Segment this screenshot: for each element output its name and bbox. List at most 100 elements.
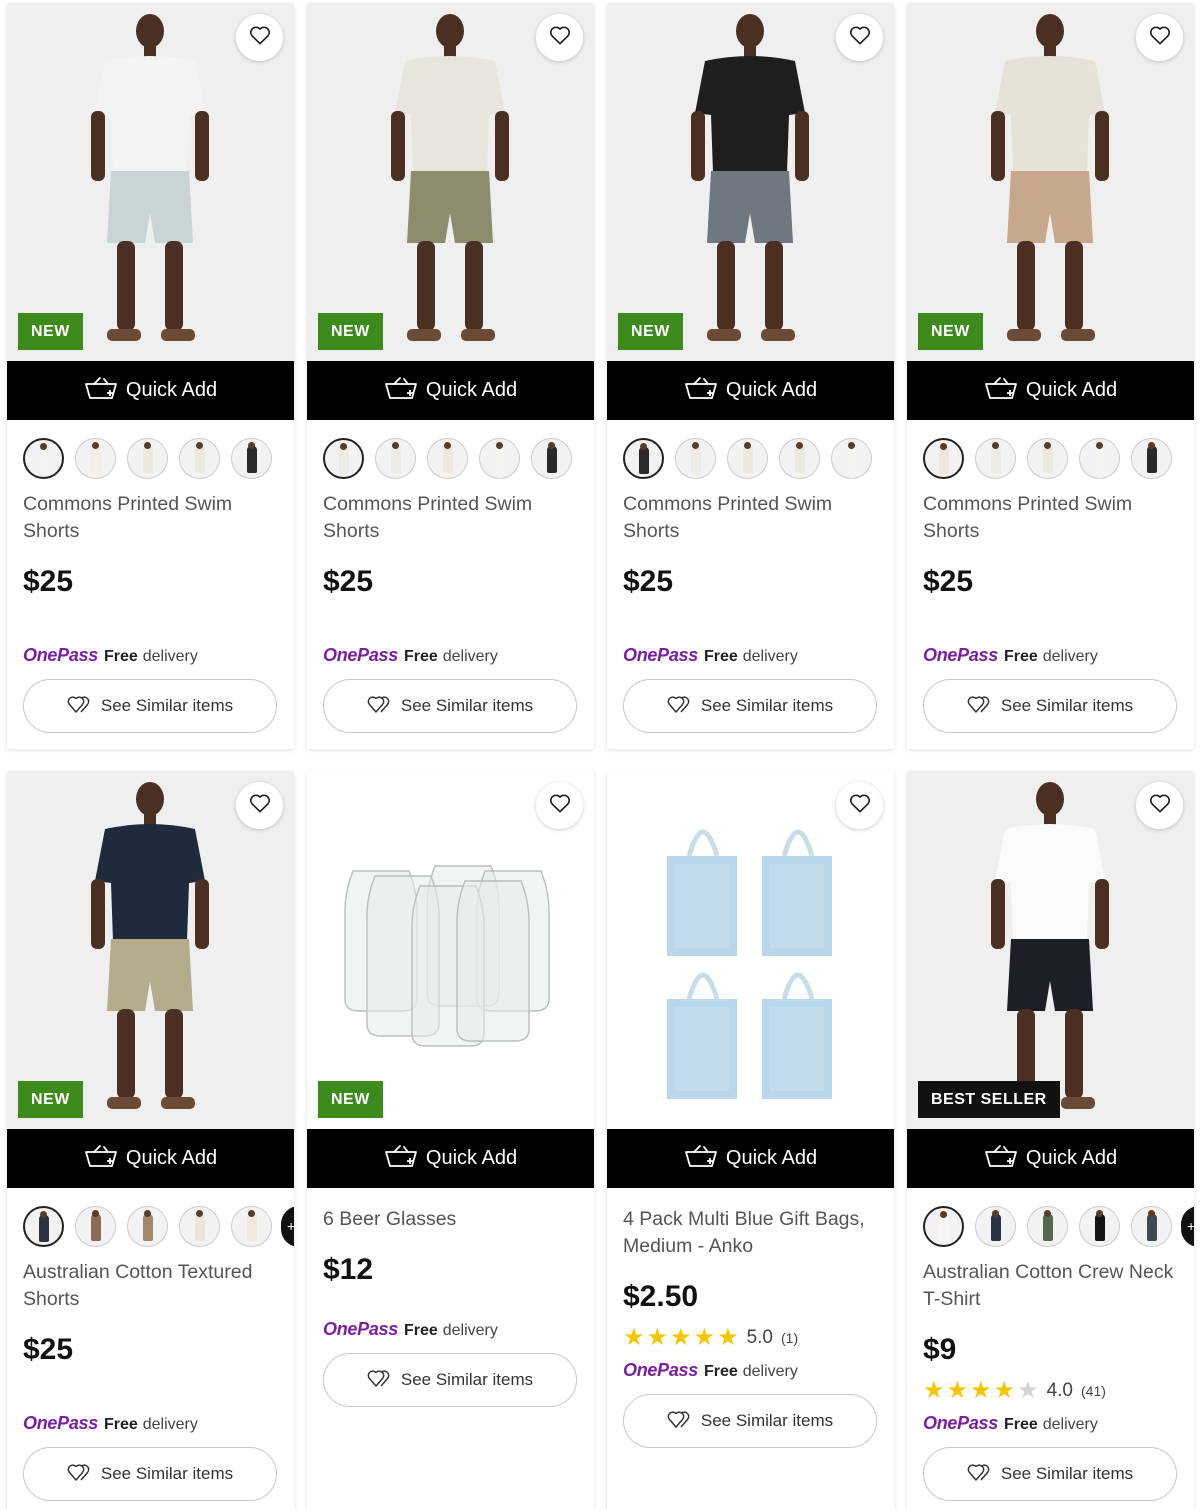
see-similar-button[interactable]: See Similar items	[923, 1447, 1177, 1501]
color-swatch[interactable]	[727, 438, 768, 479]
basket-icon	[384, 376, 418, 406]
product-card[interactable]: BEST SELLER Quick Add + Australian Cotton C…	[907, 771, 1194, 1509]
color-swatch[interactable]	[231, 438, 272, 479]
product-image[interactable]: NEW	[607, 3, 894, 361]
color-swatches	[23, 438, 272, 479]
onepass-logo: OnePass	[623, 1360, 698, 1380]
color-swatch[interactable]	[127, 1206, 168, 1247]
color-swatch[interactable]	[479, 438, 520, 479]
star-icon: ★	[646, 1324, 669, 1351]
color-swatch[interactable]	[75, 1206, 116, 1247]
see-similar-button[interactable]: See Similar items	[623, 679, 877, 733]
product-name[interactable]: Commons Printed Swim Shorts	[623, 491, 878, 545]
quick-add-button[interactable]: Quick Add	[307, 1129, 594, 1188]
product-image[interactable]: NEW	[907, 3, 1194, 361]
product-image[interactable]: NEW	[7, 771, 294, 1129]
see-similar-button[interactable]: See Similar items	[923, 679, 1177, 733]
quick-add-button[interactable]: Quick Add	[607, 361, 894, 420]
color-swatch[interactable]	[75, 438, 116, 479]
see-similar-button[interactable]: See Similar items	[623, 1394, 877, 1448]
product-image[interactable]: BEST SELLER	[907, 771, 1194, 1129]
product-card[interactable]: NEW Quick Add Commons Printed Swim Shorts $…	[7, 3, 294, 749]
quick-add-button[interactable]: Quick Add	[7, 1129, 294, 1188]
color-swatch[interactable]	[831, 438, 872, 479]
quick-add-button[interactable]: Quick Add	[907, 1129, 1194, 1188]
product-name[interactable]: 4 Pack Multi Blue Gift Bags, Medium - An…	[623, 1206, 878, 1260]
product-name[interactable]: 6 Beer Glasses	[323, 1206, 578, 1233]
color-swatch[interactable]	[1079, 1206, 1120, 1247]
color-swatch[interactable]	[1027, 1206, 1068, 1247]
heart-icon	[249, 793, 271, 818]
product-name[interactable]: Commons Printed Swim Shorts	[923, 491, 1178, 545]
product-card[interactable]: NEW Quick Add 6 Beer Glasses $12 OnePass Free…	[307, 771, 594, 1509]
color-swatch[interactable]	[23, 1206, 64, 1247]
product-name[interactable]: Australian Cotton Textured Shorts	[23, 1259, 278, 1313]
swatch-figure	[246, 446, 257, 473]
color-swatch[interactable]	[975, 438, 1016, 479]
product-name[interactable]: Commons Printed Swim Shorts	[323, 491, 578, 545]
star-icon: ★	[970, 1377, 992, 1404]
color-swatch[interactable]	[1079, 438, 1120, 479]
color-swatch[interactable]	[179, 1206, 220, 1247]
quick-add-label: Quick Add	[425, 379, 518, 401]
wishlist-button[interactable]	[236, 14, 283, 61]
product-image[interactable]: NEW	[307, 771, 594, 1129]
similar-hearts-icon	[67, 1461, 93, 1488]
product-image[interactable]: NEW	[7, 3, 294, 361]
color-swatch[interactable]	[531, 438, 572, 479]
see-similar-button[interactable]: See Similar items	[23, 679, 277, 733]
product-rating[interactable]: ★ ★ ★ ★ ★ 4.0 (41)	[923, 1379, 1106, 1403]
swatch-figure	[442, 446, 453, 473]
more-swatches-button[interactable]: +	[1181, 1206, 1194, 1247]
product-rating[interactable]: ★ ★ ★ ★ ★ 5.0 (1)	[623, 1326, 798, 1350]
similar-hearts-icon	[667, 1408, 693, 1435]
product-card[interactable]: NEW Quick Add + Australian Cotton Textured …	[7, 771, 294, 1509]
color-swatch[interactable]	[375, 438, 416, 479]
color-swatch[interactable]	[675, 438, 716, 479]
product-card[interactable]: NEW Quick Add Commons Printed Swim Shorts $…	[307, 3, 594, 749]
product-card[interactable]: NEW Quick Add Commons Printed Swim Shorts $…	[907, 3, 1194, 749]
see-similar-button[interactable]: See Similar items	[323, 679, 577, 733]
color-swatch[interactable]	[923, 438, 964, 479]
product-name[interactable]: Australian Cotton Crew Neck T-Shirt	[923, 1259, 1178, 1313]
more-swatches-button[interactable]: +	[281, 1206, 294, 1247]
see-similar-button[interactable]: See Similar items	[23, 1447, 277, 1501]
product-image[interactable]: NEW	[307, 3, 594, 361]
see-similar-button[interactable]: See Similar items	[323, 1353, 577, 1407]
wishlist-button[interactable]	[836, 14, 883, 61]
quick-add-button[interactable]: Quick Add	[307, 361, 594, 420]
color-swatch[interactable]	[231, 1206, 272, 1247]
quick-add-button[interactable]: Quick Add	[607, 1129, 894, 1188]
color-swatch[interactable]	[427, 438, 468, 479]
wishlist-button[interactable]	[1136, 14, 1183, 61]
color-swatch[interactable]	[323, 438, 364, 479]
product-card[interactable]: Quick Add 4 Pack Multi Blue Gift Bags, Me…	[607, 771, 894, 1509]
onepass-delivery: OnePass Free delivery	[323, 1319, 498, 1340]
product-name[interactable]: Commons Printed Swim Shorts	[23, 491, 278, 545]
color-swatch[interactable]	[179, 438, 220, 479]
color-swatch[interactable]	[1027, 438, 1068, 479]
quick-add-button[interactable]: Quick Add	[7, 361, 294, 420]
color-swatch[interactable]	[975, 1206, 1016, 1247]
color-swatch[interactable]	[623, 438, 664, 479]
wishlist-button[interactable]	[536, 782, 583, 829]
color-swatch[interactable]	[1131, 1206, 1172, 1247]
swatch-figure-head	[992, 1210, 999, 1217]
color-swatch[interactable]	[23, 438, 64, 479]
color-swatch[interactable]	[923, 1206, 964, 1247]
product-image[interactable]	[607, 771, 894, 1129]
wishlist-button[interactable]	[236, 782, 283, 829]
swatch-figure	[938, 447, 949, 474]
color-swatch[interactable]	[1131, 438, 1172, 479]
wishlist-button[interactable]	[836, 782, 883, 829]
color-swatch[interactable]	[127, 438, 168, 479]
onepass-logo: OnePass	[23, 645, 98, 665]
quick-add-button[interactable]: Quick Add	[907, 361, 1194, 420]
see-similar-label: See Similar items	[100, 1464, 234, 1483]
delivery-label: delivery	[742, 1363, 798, 1380]
wishlist-button[interactable]	[536, 14, 583, 61]
wishlist-button[interactable]	[1136, 782, 1183, 829]
swatch-figure	[194, 446, 205, 473]
product-card[interactable]: NEW Quick Add Commons Printed Swim Shorts $…	[607, 3, 894, 749]
color-swatch[interactable]	[779, 438, 820, 479]
